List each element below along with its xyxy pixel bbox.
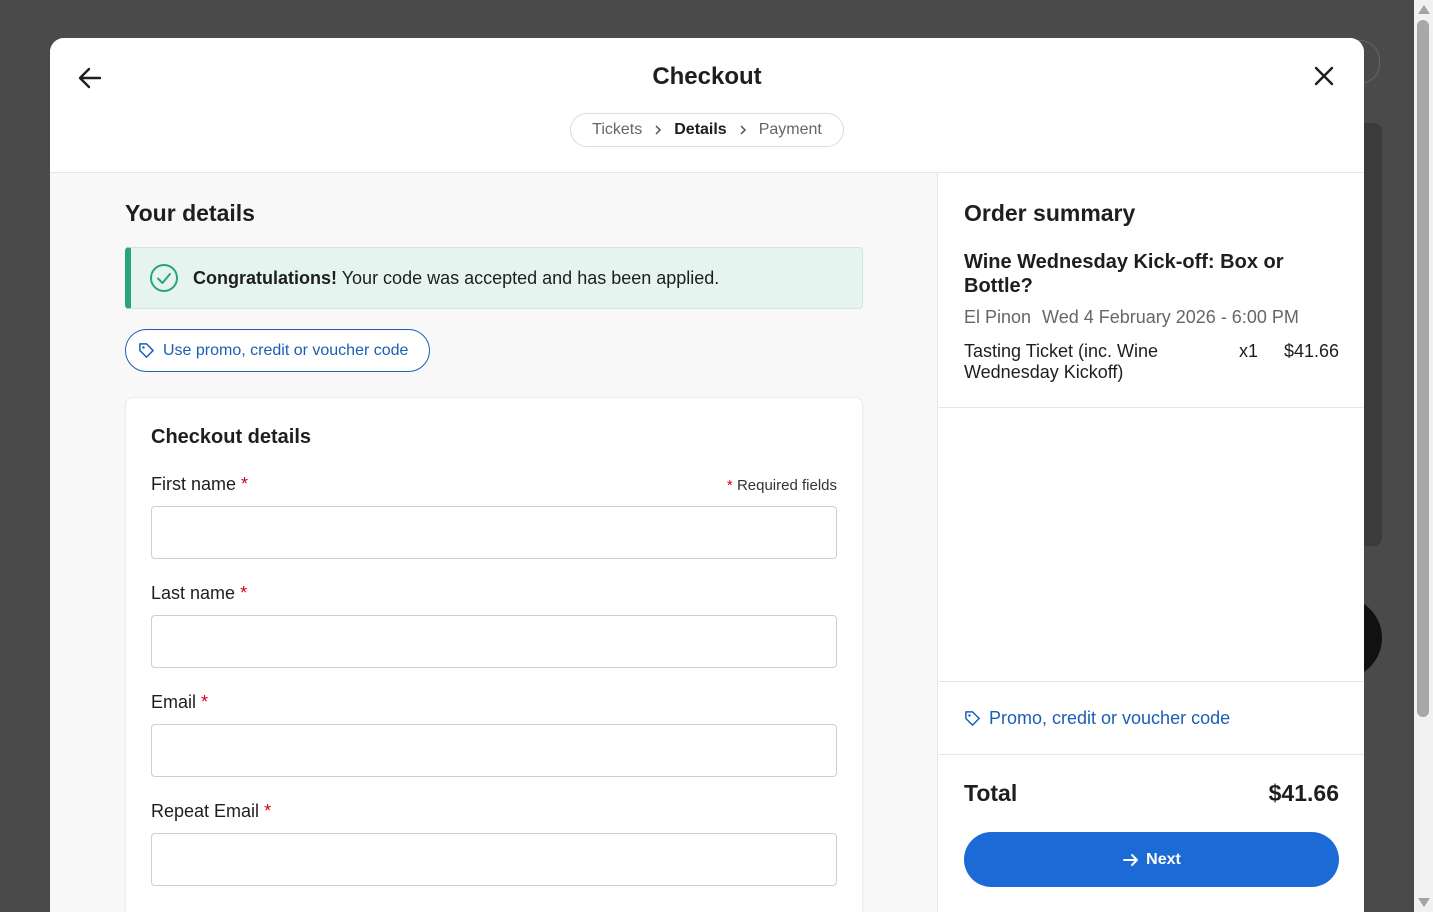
use-promo-label: Use promo, credit or voucher code — [163, 341, 409, 359]
success-text: Your code was accepted and has been appl… — [341, 267, 720, 288]
close-icon — [1314, 66, 1334, 86]
repeat-email-label: Repeat Email * — [151, 801, 272, 821]
event-venue: El Pinon — [964, 307, 1032, 327]
event-name: Wine Wednesday Kick-off: Box or Bottle? — [964, 251, 1284, 297]
your-details-title: Your details — [125, 200, 255, 226]
checkout-modal: Checkout Tickets Details Payment Your de… — [50, 38, 1364, 912]
scroll-thumb[interactable] — [1417, 20, 1429, 717]
order-summary-column: Order summary Wine Wednesday Kick-off: B… — [939, 173, 1364, 912]
modal-body: Your details Congratulations! Your code … — [50, 173, 1364, 912]
success-message: Congratulations! Your code was accepted … — [193, 268, 719, 289]
checkout-details-card: Checkout details * Required fields First… — [125, 397, 863, 912]
close-button[interactable] — [1308, 60, 1340, 92]
check-circle-icon — [150, 264, 178, 292]
total-value: $41.66 — [1268, 780, 1339, 806]
page-scrollbar[interactable] — [1414, 0, 1433, 912]
first-name-label: First name * — [151, 474, 249, 494]
email-field[interactable] — [151, 724, 837, 777]
required-fields-note: * Required fields — [727, 477, 837, 494]
use-promo-button[interactable]: Use promo, credit or voucher code — [125, 329, 430, 372]
step-payment[interactable]: Payment — [759, 121, 822, 139]
tag-icon — [139, 343, 154, 358]
last-name-field[interactable] — [151, 615, 837, 668]
step-details[interactable]: Details — [674, 121, 726, 139]
modal-title: Checkout — [652, 63, 762, 90]
checkout-steps: Tickets Details Payment — [570, 113, 844, 147]
line-item-qty: x1 — [1239, 341, 1259, 361]
divider — [939, 754, 1364, 755]
modal-header: Checkout Tickets Details Payment — [50, 38, 1364, 173]
last-name-label: Last name * — [151, 583, 248, 603]
event-meta: El Pinon Wed 4 February 2026 - 6:00 PM — [964, 307, 1299, 328]
divider — [939, 407, 1364, 408]
required-note-text: Required fields — [736, 477, 837, 494]
success-strong: Congratulations! — [193, 267, 337, 288]
step-tickets[interactable]: Tickets — [592, 121, 642, 139]
arrow-right-icon — [1123, 853, 1139, 866]
promo-code-label: Promo, credit or voucher code — [989, 708, 1231, 728]
scroll-up-arrow-icon[interactable] — [1418, 5, 1430, 14]
line-item-name: Tasting Ticket (inc. Wine Wednesday Kick… — [964, 341, 1159, 382]
details-column: Your details Congratulations! Your code … — [50, 173, 938, 912]
success-banner: Congratulations! Your code was accepted … — [125, 247, 863, 309]
promo-code-link[interactable]: Promo, credit or voucher code — [964, 708, 1230, 729]
event-datetime: Wed 4 February 2026 - 6:00 PM — [1042, 307, 1299, 327]
required-star: * — [264, 801, 272, 821]
required-star: * — [240, 583, 248, 603]
order-summary-title: Order summary — [964, 200, 1136, 226]
email-label: Email * — [151, 692, 209, 712]
divider — [939, 681, 1364, 682]
first-name-field[interactable] — [151, 506, 837, 559]
required-star: * — [241, 474, 249, 494]
chevron-right-icon — [740, 125, 746, 135]
total-label: Total — [964, 780, 1018, 806]
tag-icon — [965, 711, 980, 726]
scroll-down-arrow-icon[interactable] — [1418, 898, 1430, 907]
required-star: * — [201, 692, 209, 712]
line-item-price: $41.66 — [1283, 341, 1339, 361]
repeat-email-field[interactable] — [151, 833, 837, 886]
required-star: * — [726, 477, 733, 494]
next-button[interactable]: Next — [964, 832, 1339, 887]
chevron-right-icon — [655, 125, 662, 135]
checkout-details-title: Checkout details — [151, 426, 312, 448]
next-button-label: Next — [1146, 850, 1181, 868]
